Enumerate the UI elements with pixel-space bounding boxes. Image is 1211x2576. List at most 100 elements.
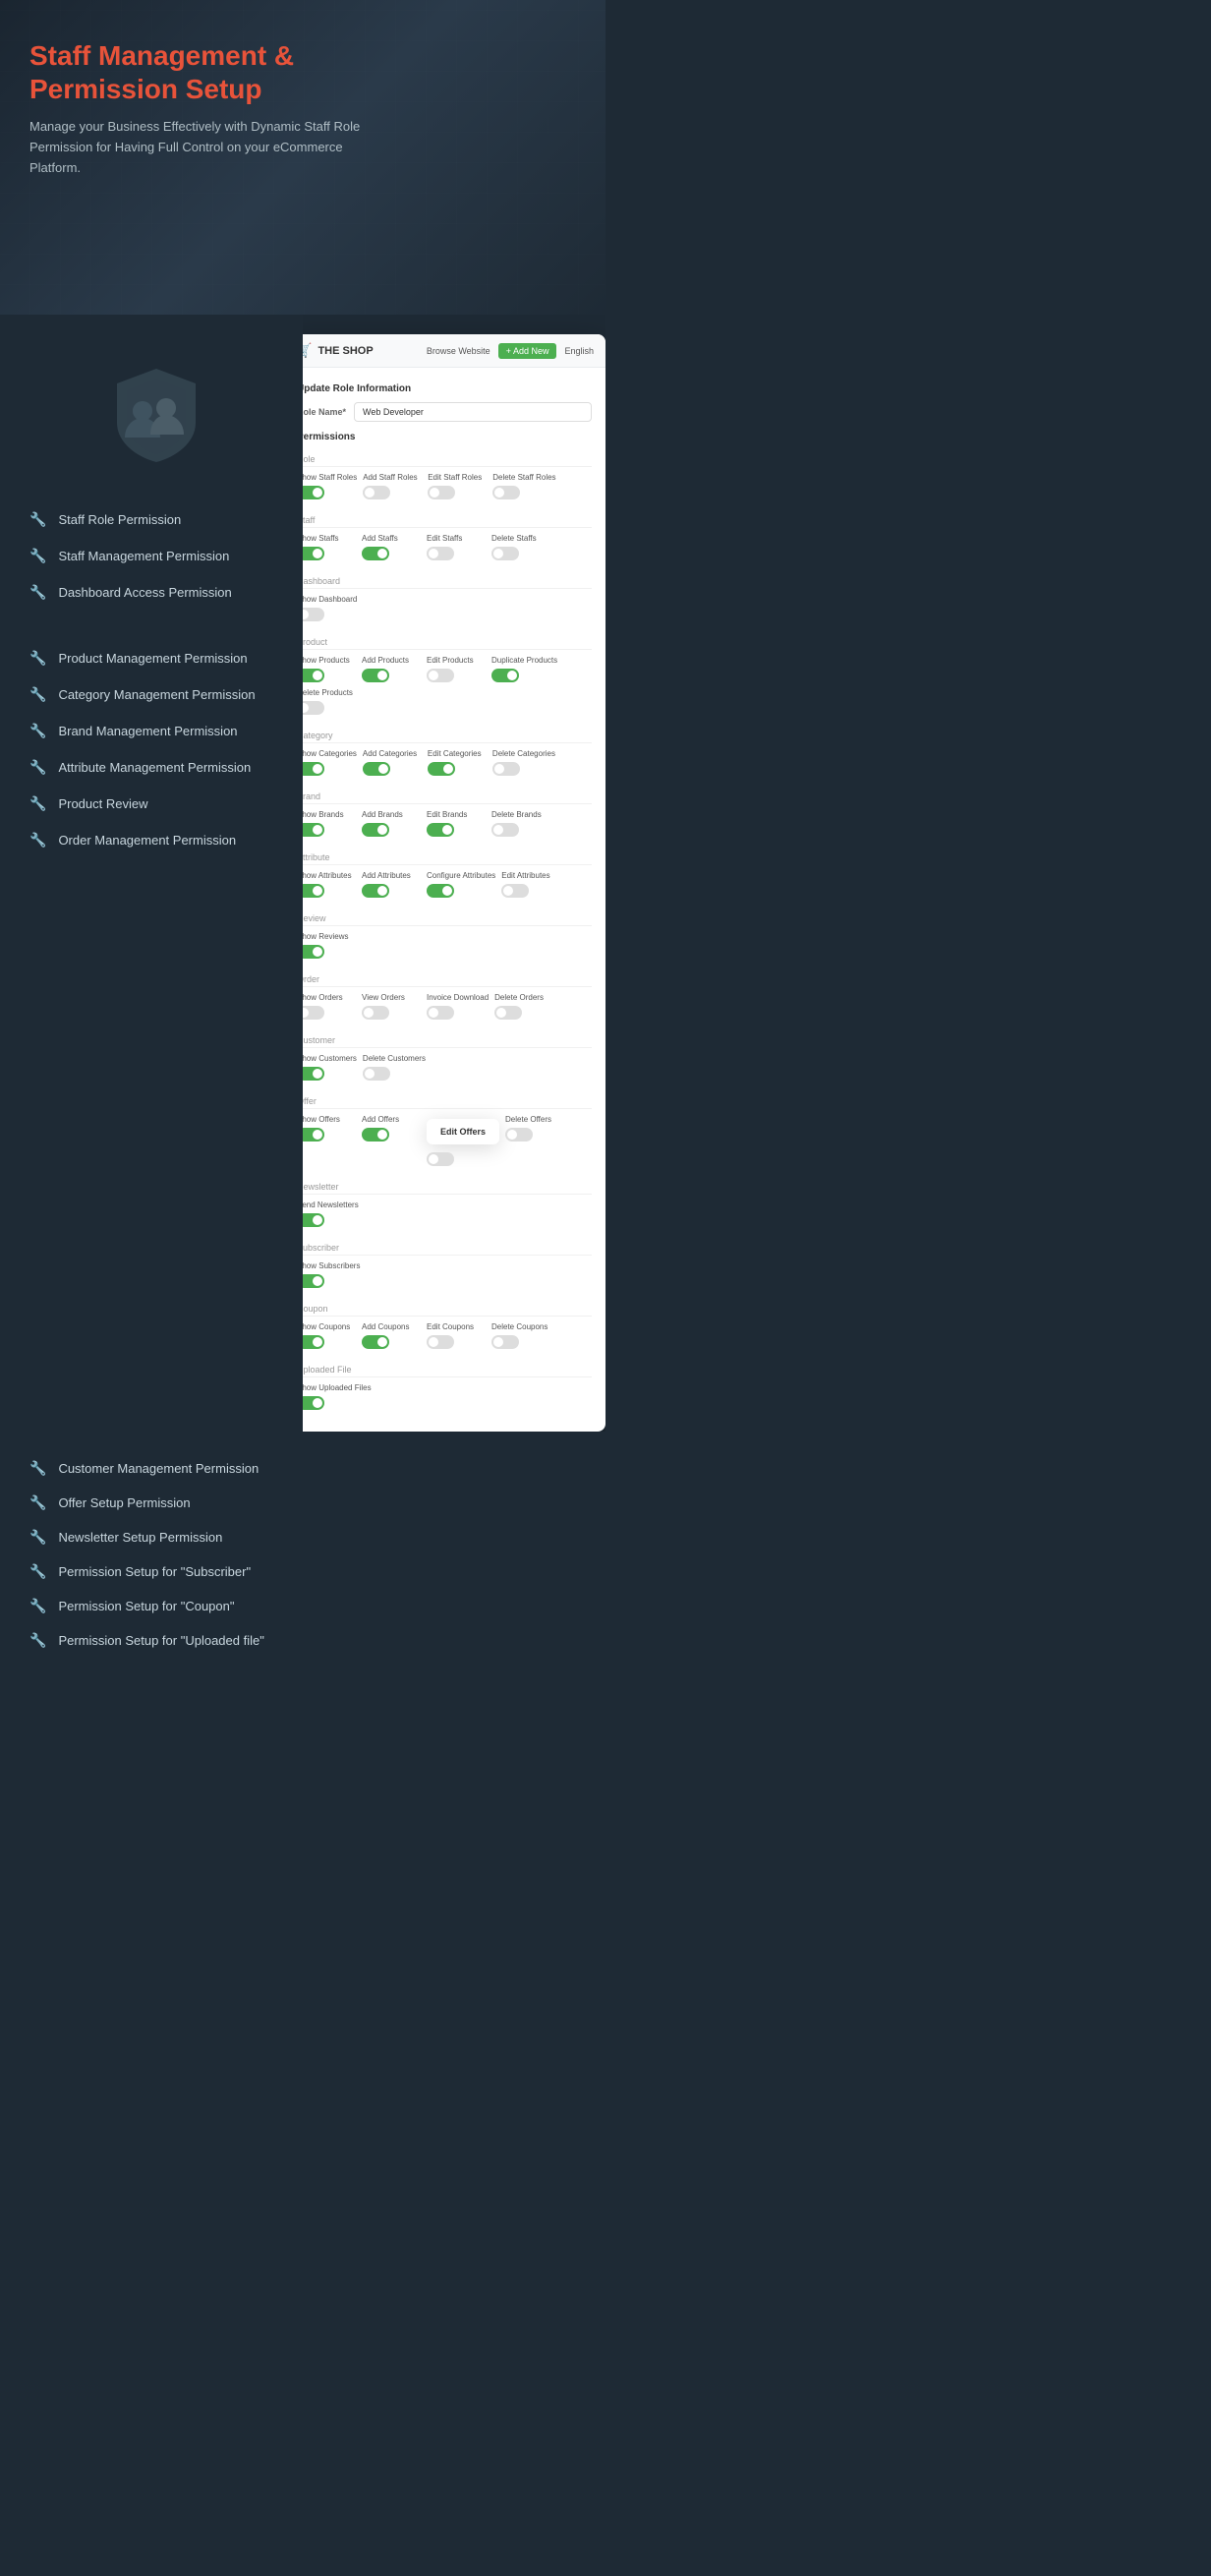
perm-toggle[interactable] (303, 1128, 324, 1142)
perm-item-label: Delete Brands (491, 810, 550, 819)
perm-toggle[interactable] (491, 669, 519, 682)
perm-section-uploaded-file: Uploaded File Show Uploaded Files (303, 1361, 592, 1416)
perm-item-label: Show Staffs (303, 534, 356, 543)
perm-toggle[interactable] (492, 762, 520, 776)
perm-toggle[interactable] (501, 884, 529, 898)
perm-row-role: Show Staff Roles Add Staff Roles Edit St… (303, 473, 592, 505)
section-coupon-label: Coupon (303, 1300, 592, 1317)
perm-toggle[interactable] (362, 1128, 389, 1142)
perm-toggle[interactable] (362, 669, 389, 682)
perm-toggle[interactable] (427, 1335, 454, 1349)
perm-toggle[interactable] (491, 1335, 519, 1349)
perm-toggle[interactable] (303, 1213, 324, 1227)
perm-section-product: Product Show Products Add Products Edit … (303, 633, 592, 721)
perm-item: Show Orders (303, 993, 356, 1020)
feature-item: 🔧 Customer Management Permission (29, 1451, 576, 1486)
perm-toggle[interactable] (303, 884, 324, 898)
wrench-icon: 🔧 (29, 1598, 46, 1614)
hero-title-line2: Permission Setup (29, 73, 576, 106)
perm-toggle[interactable] (303, 762, 324, 776)
section-dashboard-label: Dashboard (303, 572, 592, 589)
perm-item: Delete Offers (505, 1115, 564, 1166)
perm-toggle[interactable] (427, 884, 454, 898)
perm-toggle[interactable] (363, 486, 390, 499)
perm-toggle[interactable] (427, 823, 454, 837)
perm-toggle[interactable] (427, 1152, 454, 1166)
perm-item-label: View Orders (362, 993, 421, 1002)
perm-section-subscriber: Subscriber Show Subscribers (303, 1239, 592, 1294)
perm-toggle[interactable] (494, 1006, 522, 1020)
perm-toggle[interactable] (303, 945, 324, 959)
mid-feature-list: 🔧 Product Management Permission 🔧 Catego… (29, 640, 283, 858)
wrench-icon: 🔧 (29, 1563, 46, 1580)
section-newsletter-label: Newsletter (303, 1178, 592, 1195)
hero-title-line1: Staff Management & (29, 39, 576, 73)
role-name-label: Role Name* (303, 407, 346, 417)
feature-item: 🔧 Staff Role Permission (29, 501, 283, 538)
perm-item: Edit Products (427, 656, 486, 682)
perm-item-label: Show Offers (303, 1115, 356, 1124)
feature-item: 🔧 Permission Setup for "Coupon" (29, 1589, 576, 1623)
perm-toggle[interactable] (491, 547, 519, 560)
perm-toggle[interactable] (362, 547, 389, 560)
perm-toggle[interactable] (505, 1128, 533, 1142)
role-name-input[interactable]: Web Developer (354, 402, 592, 422)
role-name-row: Role Name* Web Developer (303, 402, 592, 422)
perm-toggle[interactable] (303, 608, 324, 621)
perm-toggle[interactable] (303, 669, 324, 682)
perm-toggle[interactable] (303, 1274, 324, 1288)
perm-toggle[interactable] (362, 823, 389, 837)
perm-row-category: Show Categories Add Categories Edit Cate… (303, 749, 592, 782)
perm-toggle[interactable] (362, 1006, 389, 1020)
perm-item: Show Brands (303, 810, 356, 837)
perm-item: Show Offers (303, 1115, 356, 1166)
perm-item: Add Staffs (362, 534, 421, 560)
perm-toggle[interactable] (362, 1335, 389, 1349)
perm-toggle[interactable] (303, 701, 324, 715)
perm-item-label: Delete Offers (505, 1115, 564, 1124)
perm-item: Add Attributes (362, 871, 421, 898)
perm-item: Show Attributes (303, 871, 356, 898)
browse-btn[interactable]: Browse Website (427, 346, 490, 356)
perm-toggle[interactable] (427, 669, 454, 682)
perm-toggle[interactable] (363, 1067, 390, 1081)
perm-toggle[interactable] (428, 762, 455, 776)
wrench-icon: 🔧 (29, 1494, 46, 1511)
perm-toggle[interactable] (303, 486, 324, 499)
feature-item: 🔧 Brand Management Permission (29, 713, 283, 749)
perm-row-brand: Show Brands Add Brands Edit Brands (303, 810, 592, 843)
perm-toggle[interactable] (427, 547, 454, 560)
perm-toggle[interactable] (303, 547, 324, 560)
perm-toggle[interactable] (427, 1006, 454, 1020)
wrench-icon: 🔧 (29, 584, 46, 601)
perm-toggle[interactable] (303, 1335, 324, 1349)
perm-item: Delete Categories (492, 749, 555, 776)
perm-toggle[interactable] (303, 1396, 324, 1410)
perm-toggle[interactable] (303, 823, 324, 837)
perm-toggle[interactable] (303, 1006, 324, 1020)
lang-btn[interactable]: English (564, 346, 594, 356)
add-new-btn[interactable]: + Add New (498, 343, 557, 359)
feature-label: Brand Management Permission (58, 724, 237, 738)
feature-label: Dashboard Access Permission (58, 585, 231, 600)
perm-item-label: Duplicate Products (491, 656, 557, 665)
perm-toggle[interactable] (363, 762, 390, 776)
feature-label: Attribute Management Permission (58, 760, 251, 775)
perm-toggle[interactable] (492, 486, 520, 499)
perm-row-review: Show Reviews (303, 932, 592, 965)
perm-item: Configure Attributes (427, 871, 495, 898)
feature-label: Offer Setup Permission (58, 1495, 190, 1510)
wrench-icon: 🔧 (29, 1632, 46, 1649)
section-category-label: Category (303, 727, 592, 743)
perm-item: Show Products (303, 656, 356, 682)
perm-toggle[interactable] (428, 486, 455, 499)
main-content: 🔧 Staff Role Permission 🔧 Staff Manageme… (0, 315, 606, 1432)
feature-label: Staff Management Permission (58, 549, 229, 563)
perm-toggle[interactable] (491, 823, 519, 837)
perm-row-staff: Show Staffs Add Staffs Edit Staffs (303, 534, 592, 566)
perm-toggle[interactable] (362, 884, 389, 898)
perm-item-label: Show Categories (303, 749, 357, 758)
perm-item: Edit Coupons (427, 1322, 486, 1349)
perm-item-label: Edit Staff Roles (428, 473, 487, 482)
perm-toggle[interactable] (303, 1067, 324, 1081)
